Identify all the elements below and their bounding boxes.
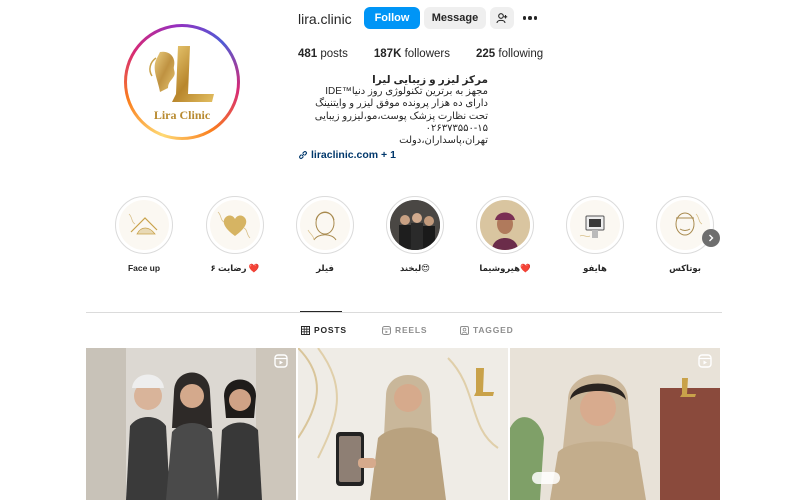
reel-icon bbox=[274, 354, 288, 368]
followers-label: followers bbox=[404, 48, 450, 60]
bio-phone: ۰۲۶۳۷۳۵۵۰-۱۵ bbox=[425, 122, 488, 134]
bio-name: مرکز لیزر و زیبایی لیرا bbox=[372, 74, 488, 86]
highlight-label: هیروشیما❤️ bbox=[479, 263, 531, 273]
posts-stat: 481 posts bbox=[298, 48, 348, 60]
bio-link[interactable]: liraclinic.com + 1 bbox=[298, 149, 396, 161]
heart-icon bbox=[217, 211, 251, 239]
post-thumbnail[interactable] bbox=[510, 348, 720, 500]
posts-label: posts bbox=[320, 48, 348, 60]
highlight-smile[interactable]: لبخند😍 bbox=[380, 196, 450, 274]
following-stat[interactable]: 225 following bbox=[476, 48, 543, 60]
reel-icon bbox=[698, 354, 712, 368]
grid-icon bbox=[301, 325, 310, 335]
bio-address: تهران،پاسداران،دولت bbox=[399, 135, 488, 147]
profile-stats: 481 posts 187K followers 225 following bbox=[298, 48, 543, 60]
highlight-label: Face up bbox=[127, 263, 161, 273]
chevron-right-icon bbox=[709, 234, 714, 242]
bio-line: مجهز به برترین تکنولوژی روز دنیا™IDE bbox=[325, 86, 488, 98]
link-icon bbox=[299, 151, 307, 159]
tabs-divider bbox=[86, 312, 722, 313]
post-image bbox=[510, 348, 720, 500]
message-button[interactable]: Message bbox=[424, 7, 486, 29]
reels-icon bbox=[382, 325, 391, 335]
posts-count: 481 bbox=[298, 48, 318, 60]
photo-people-icon bbox=[390, 200, 440, 250]
highlight-hiroshima[interactable]: هیروشیما❤️ bbox=[470, 196, 540, 274]
following-label: following bbox=[498, 48, 544, 60]
highlight-satisfaction[interactable]: رضایت ۶ ❤️ bbox=[200, 196, 270, 274]
bio-line: دارای ده هزار پرونده موفق لیزر و وایتنین… bbox=[315, 98, 488, 110]
bio-line: تحت نظارت پزشک پوست،مو،لیزرو زیبایی bbox=[314, 110, 488, 122]
portrait-photo-icon bbox=[480, 200, 530, 250]
tab-tagged[interactable]: TAGGED bbox=[460, 325, 514, 335]
post-image bbox=[86, 348, 296, 500]
profile-avatar-ring[interactable]: Lira Clinic bbox=[124, 24, 240, 140]
highlight-face-up[interactable]: Face up bbox=[109, 196, 179, 273]
highlight-label: بوتاکس bbox=[669, 263, 701, 273]
profile-avatar[interactable]: Lira Clinic bbox=[127, 27, 237, 137]
tagged-icon bbox=[460, 325, 469, 335]
followers-stat[interactable]: 187K followers bbox=[374, 48, 450, 60]
highlight-label: هایفو bbox=[583, 263, 607, 273]
tab-posts[interactable]: POSTS bbox=[301, 325, 347, 335]
post-thumbnail[interactable] bbox=[298, 348, 508, 500]
avatar-caption: Lira Clinic bbox=[153, 108, 211, 122]
followers-count: 187K bbox=[373, 48, 402, 60]
post-image bbox=[298, 348, 508, 500]
face-mask-icon bbox=[128, 213, 158, 235]
highlight-label: رضایت ۶ ❤️ bbox=[210, 263, 260, 273]
highlight-label: فیلر bbox=[316, 263, 334, 273]
add-user-icon bbox=[496, 13, 508, 24]
tab-reels[interactable]: REELS bbox=[382, 325, 427, 335]
tab-label: TAGGED bbox=[473, 325, 514, 335]
more-options-icon[interactable] bbox=[520, 10, 540, 26]
highlights-next-button[interactable] bbox=[702, 229, 720, 247]
follow-button[interactable]: Follow bbox=[364, 7, 420, 29]
suggest-user-button[interactable] bbox=[490, 7, 514, 29]
active-tab-indicator bbox=[300, 311, 342, 312]
profile-bio: مرکز لیزر و زیبایی لیرا مجهز به برترین ت… bbox=[298, 74, 488, 147]
highlight-label: لبخند😍 bbox=[399, 263, 431, 273]
bio-link-text: liraclinic.com + 1 bbox=[311, 149, 396, 161]
following-count: 225 bbox=[475, 48, 496, 60]
device-icon bbox=[579, 215, 605, 238]
highlight-filler[interactable]: فیلر bbox=[290, 196, 360, 274]
post-thumbnail[interactable] bbox=[86, 348, 296, 500]
highlight-hifu[interactable]: هایفو bbox=[560, 196, 630, 274]
tab-label: POSTS bbox=[314, 325, 347, 335]
profile-username: lira.clinic bbox=[298, 11, 352, 27]
face-filler-icon bbox=[307, 211, 337, 241]
tab-label: REELS bbox=[395, 325, 428, 335]
